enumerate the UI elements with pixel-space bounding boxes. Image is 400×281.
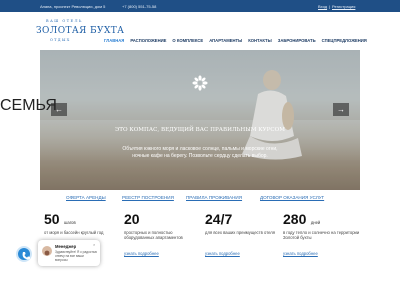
hero-description-line-1: Объятия южного моря и ласковое солнце, п… (122, 146, 278, 152)
slider-next-button[interactable]: → (333, 103, 349, 116)
main-nav: ГЛАВНАЯ РАСПОЛОЖЕНИЕ О КОМПЛЕКСЕ АПАРТАМ… (101, 36, 370, 46)
stat-block: 280 дней в году тепло и солнечно на терр… (283, 211, 361, 256)
nav-item-about[interactable]: О КОМПЛЕКСЕ (169, 36, 206, 46)
link-living-rules[interactable]: ПРАВИЛА ПРОЖИВАНИЯ (186, 195, 242, 200)
address-text: Анапа, проспект Революции, дом 5 (40, 4, 106, 9)
hero-slider (40, 50, 360, 190)
top-bar: Анапа, проспект Революции, дом 5 +7 (800… (0, 0, 400, 12)
chat-call-button[interactable] (16, 246, 32, 262)
link-service-contract[interactable]: ДОГОВОР ОКАЗАНИЯ УСЛУГ (260, 195, 324, 200)
stat-unit: дней (310, 220, 321, 225)
stat-description: от моря и бассейн круглый год (44, 230, 104, 235)
stat-description: в году тепло и солнечно на территории Зо… (283, 230, 360, 241)
stat-description: для всех ваших преимуществ отеля (205, 230, 275, 235)
flower-logo-icon (192, 75, 208, 91)
hero-description-line-2: ночные кафе на берегу. Позвольте сердцу … (132, 152, 268, 159)
nav-item-contacts[interactable]: КОНТАКТЫ (245, 36, 274, 46)
avatar (42, 246, 52, 256)
register-link[interactable]: Регистрация (332, 4, 355, 9)
separator: | (329, 4, 331, 9)
chat-manager-name: Менеджер (55, 244, 77, 249)
stat-number: 20 (124, 211, 140, 227)
stat-number: 50 (44, 211, 60, 227)
phone-link[interactable]: +7 (800) 551-75-58 (122, 4, 156, 9)
chat-popup[interactable]: Менеджер Здравствуйте! Я с радостью отве… (38, 240, 100, 266)
stat-block: 24/7 для всех ваших преимуществ отеля уз… (205, 211, 283, 256)
link-construction-registry[interactable]: РЕЕСТР ПОСТРОЕНИЯ (122, 195, 174, 200)
nav-item-apartments[interactable]: АПАРТАМЕНТЫ (206, 36, 245, 46)
stat-unit: шагов (64, 220, 76, 225)
login-link[interactable]: Вход (318, 4, 327, 9)
slider-prev-button[interactable]: ← (51, 103, 67, 116)
hero-subtitle: ЭТО КОМПАС, ВЕДУЩИЙ ВАС ПРАВИЛЬНЫМ КУРСО… (115, 127, 285, 133)
nav-item-booking[interactable]: ЗАБРОНИРОВАТЬ (275, 36, 319, 46)
arrow-right-icon: → (337, 105, 345, 114)
document-links: ОФЕРТА АРЕНДЫ РЕЕСТР ПОСТРОЕНИЯ ПРАВИЛА … (0, 195, 400, 203)
logo-sub-text: ОТДЫХ (50, 38, 71, 42)
logo-main-text: ЗОЛОТАЯ БУХТА (36, 26, 125, 36)
stat-description: просторных и полностью оборудованных апа… (124, 230, 183, 241)
stat-number: 280 (283, 211, 307, 227)
chat-message: Здравствуйте! Я с радостью отвечу на все… (55, 250, 97, 262)
stat-number: 24/7 (205, 211, 233, 227)
nav-item-location[interactable]: РАСПОЛОЖЕНИЕ (127, 36, 169, 46)
nav-item-offers[interactable]: СПЕЦПРЕДЛОЖЕНИЯ (319, 36, 370, 46)
hero-overlay (40, 50, 360, 190)
logo-small-text: ВАШ ОТЕЛЬ (46, 19, 83, 23)
stat-more-link[interactable]: узнать подробнее (124, 251, 159, 256)
chat-close-button[interactable]: × (93, 242, 95, 247)
arrow-left-icon: ← (55, 105, 63, 114)
stat-more-link[interactable]: узнать подробнее (283, 251, 318, 256)
phone-icon (22, 252, 30, 260)
stat-more-link[interactable]: узнать подробнее (205, 251, 240, 256)
link-rental-offer[interactable]: ОФЕРТА АРЕНДЫ (66, 195, 106, 200)
stat-block: 20 просторных и полностью оборудованных … (124, 211, 202, 256)
stat-block: 50 шагов от моря и бассейн круглый год у… (44, 211, 122, 256)
logo[interactable]: ВАШ ОТЕЛЬ ЗОЛОТАЯ БУХТА ОТДЫХ (36, 19, 124, 47)
hero-description: Объятия южного моря и ласковое солнце, п… (0, 146, 400, 159)
nav-item-home[interactable]: ГЛАВНАЯ (101, 36, 127, 46)
